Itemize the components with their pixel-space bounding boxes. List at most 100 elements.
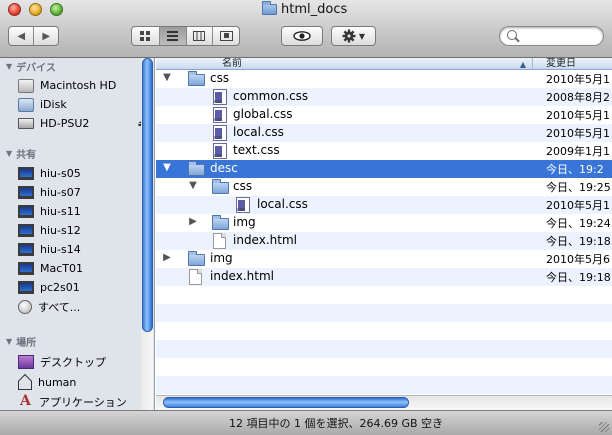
sidebar-item-macintosh-hd[interactable]: Macintosh HD: [18, 76, 152, 95]
file-row[interactable]: local.css 2010年5月1: [156, 196, 612, 214]
disclosure-triangle-icon[interactable]: ▼: [162, 72, 172, 83]
file-date: 2010年5月1: [546, 199, 610, 212]
file-row[interactable]: index.html 今日、19:18: [156, 268, 612, 286]
computer-icon: [18, 224, 34, 237]
file-row[interactable]: common.css 2008年8月2: [156, 88, 612, 106]
empty-row: [156, 304, 612, 322]
folder-icon: [188, 161, 205, 176]
disclosure-triangle-icon[interactable]: ▼: [162, 162, 172, 173]
sidebar-item-pc2s01[interactable]: pc2s01: [18, 278, 152, 297]
disclosure-triangle-icon[interactable]: ▶: [188, 216, 198, 227]
file-date: 今日、19:18: [546, 271, 611, 284]
sidebar-item-home[interactable]: human: [18, 373, 152, 392]
quick-look-button[interactable]: [281, 26, 323, 46]
file-row[interactable]: ▼ css 今日、19:25: [156, 178, 612, 196]
file-name: css: [233, 179, 253, 193]
applications-icon: [18, 393, 33, 409]
empty-row: [156, 286, 612, 304]
back-button[interactable]: ◀: [9, 27, 33, 45]
search-input[interactable]: [522, 28, 598, 44]
sidebar-item-label: hiu-s14: [40, 243, 81, 256]
window-title-text: html_docs: [281, 1, 348, 17]
file-row[interactable]: index.html 今日、19:18: [156, 232, 612, 250]
sidebar-item-mact01[interactable]: MacT01: [18, 259, 152, 278]
file-date: 今日、19:18: [546, 235, 611, 248]
disclosure-triangle-icon[interactable]: ▼: [188, 180, 198, 191]
horizontal-scrollbar-thumb[interactable]: [163, 397, 409, 408]
forward-arrow-icon: ▶: [42, 30, 51, 42]
column-view-icon: [193, 31, 206, 41]
computer-icon: [18, 167, 34, 180]
sidebar-item-desktop[interactable]: デスクトップ: [18, 352, 152, 371]
computer-icon: [18, 186, 34, 199]
coverflow-view-button[interactable]: [212, 27, 239, 45]
sidebar-item-label: Macintosh HD: [40, 79, 117, 92]
css-file-icon: [213, 89, 227, 105]
file-row[interactable]: ▼ css 2010年5月1: [156, 70, 612, 88]
sidebar-item-label: すべて...: [38, 300, 81, 314]
name-column-header[interactable]: 名前 ▲: [156, 58, 533, 70]
file-date: 今日、19:24: [546, 217, 611, 230]
sidebar-heading-label: デバイス: [16, 62, 56, 74]
file-row[interactable]: ▶ img 2010年5月6: [156, 250, 612, 268]
resize-grip-icon[interactable]: [599, 422, 609, 432]
minimize-window-button[interactable]: [29, 3, 42, 16]
computer-icon: [18, 281, 34, 294]
disclosure-triangle-icon: ▼: [6, 148, 13, 158]
sidebar-scrollbar-thumb[interactable]: [142, 58, 153, 332]
forward-button[interactable]: ▶: [33, 27, 58, 45]
coverflow-view-icon: [219, 31, 233, 41]
file-name: index.html: [210, 269, 274, 283]
computer-icon: [18, 262, 34, 275]
css-file-icon: [213, 125, 227, 141]
file-date: 2010年5月6: [546, 253, 610, 266]
sidebar-heading-devices[interactable]: ▼ デバイス: [6, 59, 56, 74]
sidebar-item-idisk[interactable]: iDisk: [18, 95, 152, 114]
file-row[interactable]: local.css 2010年5月1: [156, 124, 612, 142]
css-file-icon: [236, 197, 250, 213]
file-name: desc: [210, 161, 238, 175]
file-name: local.css: [257, 197, 308, 211]
sidebar-item-all[interactable]: すべて...: [18, 297, 152, 316]
window-titlebar: html_docs ◀ ▶ ▼: [0, 0, 612, 58]
file-row[interactable]: global.css 2010年5月1: [156, 106, 612, 124]
network-globe-icon: [18, 299, 32, 314]
sidebar-item-hiu-s05[interactable]: hiu-s05: [18, 164, 152, 183]
column-view-button[interactable]: [185, 27, 213, 45]
gear-icon: [342, 29, 356, 43]
file-row[interactable]: text.css 2009年1月1: [156, 142, 612, 160]
icon-view-icon: [139, 30, 150, 41]
sidebar-item-hd-psu2[interactable]: HD-PSU2 ⏏: [18, 114, 152, 133]
sidebar-item-label: hiu-s05: [40, 167, 81, 180]
sidebar-heading-places[interactable]: ▼ 場所: [6, 334, 37, 349]
search-field[interactable]: [499, 26, 604, 46]
empty-row: [156, 340, 612, 358]
sidebar-item-label: pc2s01: [40, 281, 80, 294]
list-view-button[interactable]: [158, 27, 186, 45]
file-date: 2010年5月1: [546, 73, 610, 86]
sidebar-heading-shared[interactable]: ▼ 共有: [6, 146, 36, 161]
disclosure-triangle-icon[interactable]: ▶: [162, 252, 172, 263]
sidebar-item-hiu-s07[interactable]: hiu-s07: [18, 183, 152, 202]
sidebar-item-label: human: [38, 376, 77, 389]
desktop-icon: [18, 354, 34, 369]
sidebar-item-hiu-s12[interactable]: hiu-s12: [18, 221, 152, 240]
disclosure-triangle-icon: ▼: [6, 336, 13, 346]
sidebar-item-hiu-s14[interactable]: hiu-s14: [18, 240, 152, 259]
sidebar-item-hiu-s11[interactable]: hiu-s11: [18, 202, 152, 221]
sidebar-item-label: hiu-s07: [40, 186, 81, 199]
file-date: 2010年5月1: [546, 109, 610, 122]
action-menu-button[interactable]: ▼: [331, 26, 376, 46]
disclosure-triangle-icon: ▼: [6, 61, 13, 71]
sidebar-heading-label: 場所: [16, 337, 37, 349]
column-header: 名前 ▲ 変更日: [156, 58, 612, 70]
file-row[interactable]: ▶ img 今日、19:24: [156, 214, 612, 232]
date-column-header[interactable]: 変更日: [534, 58, 576, 70]
close-window-button[interactable]: [8, 3, 21, 16]
sidebar-item-applications[interactable]: アプリケーション: [18, 392, 152, 410]
sidebar-item-label: iDisk: [40, 98, 67, 111]
icon-view-button[interactable]: [132, 27, 159, 45]
folder-icon: [188, 71, 205, 86]
zoom-window-button[interactable]: [50, 3, 63, 16]
file-row-selected[interactable]: ▼ desc 今日、19:2: [156, 160, 612, 178]
